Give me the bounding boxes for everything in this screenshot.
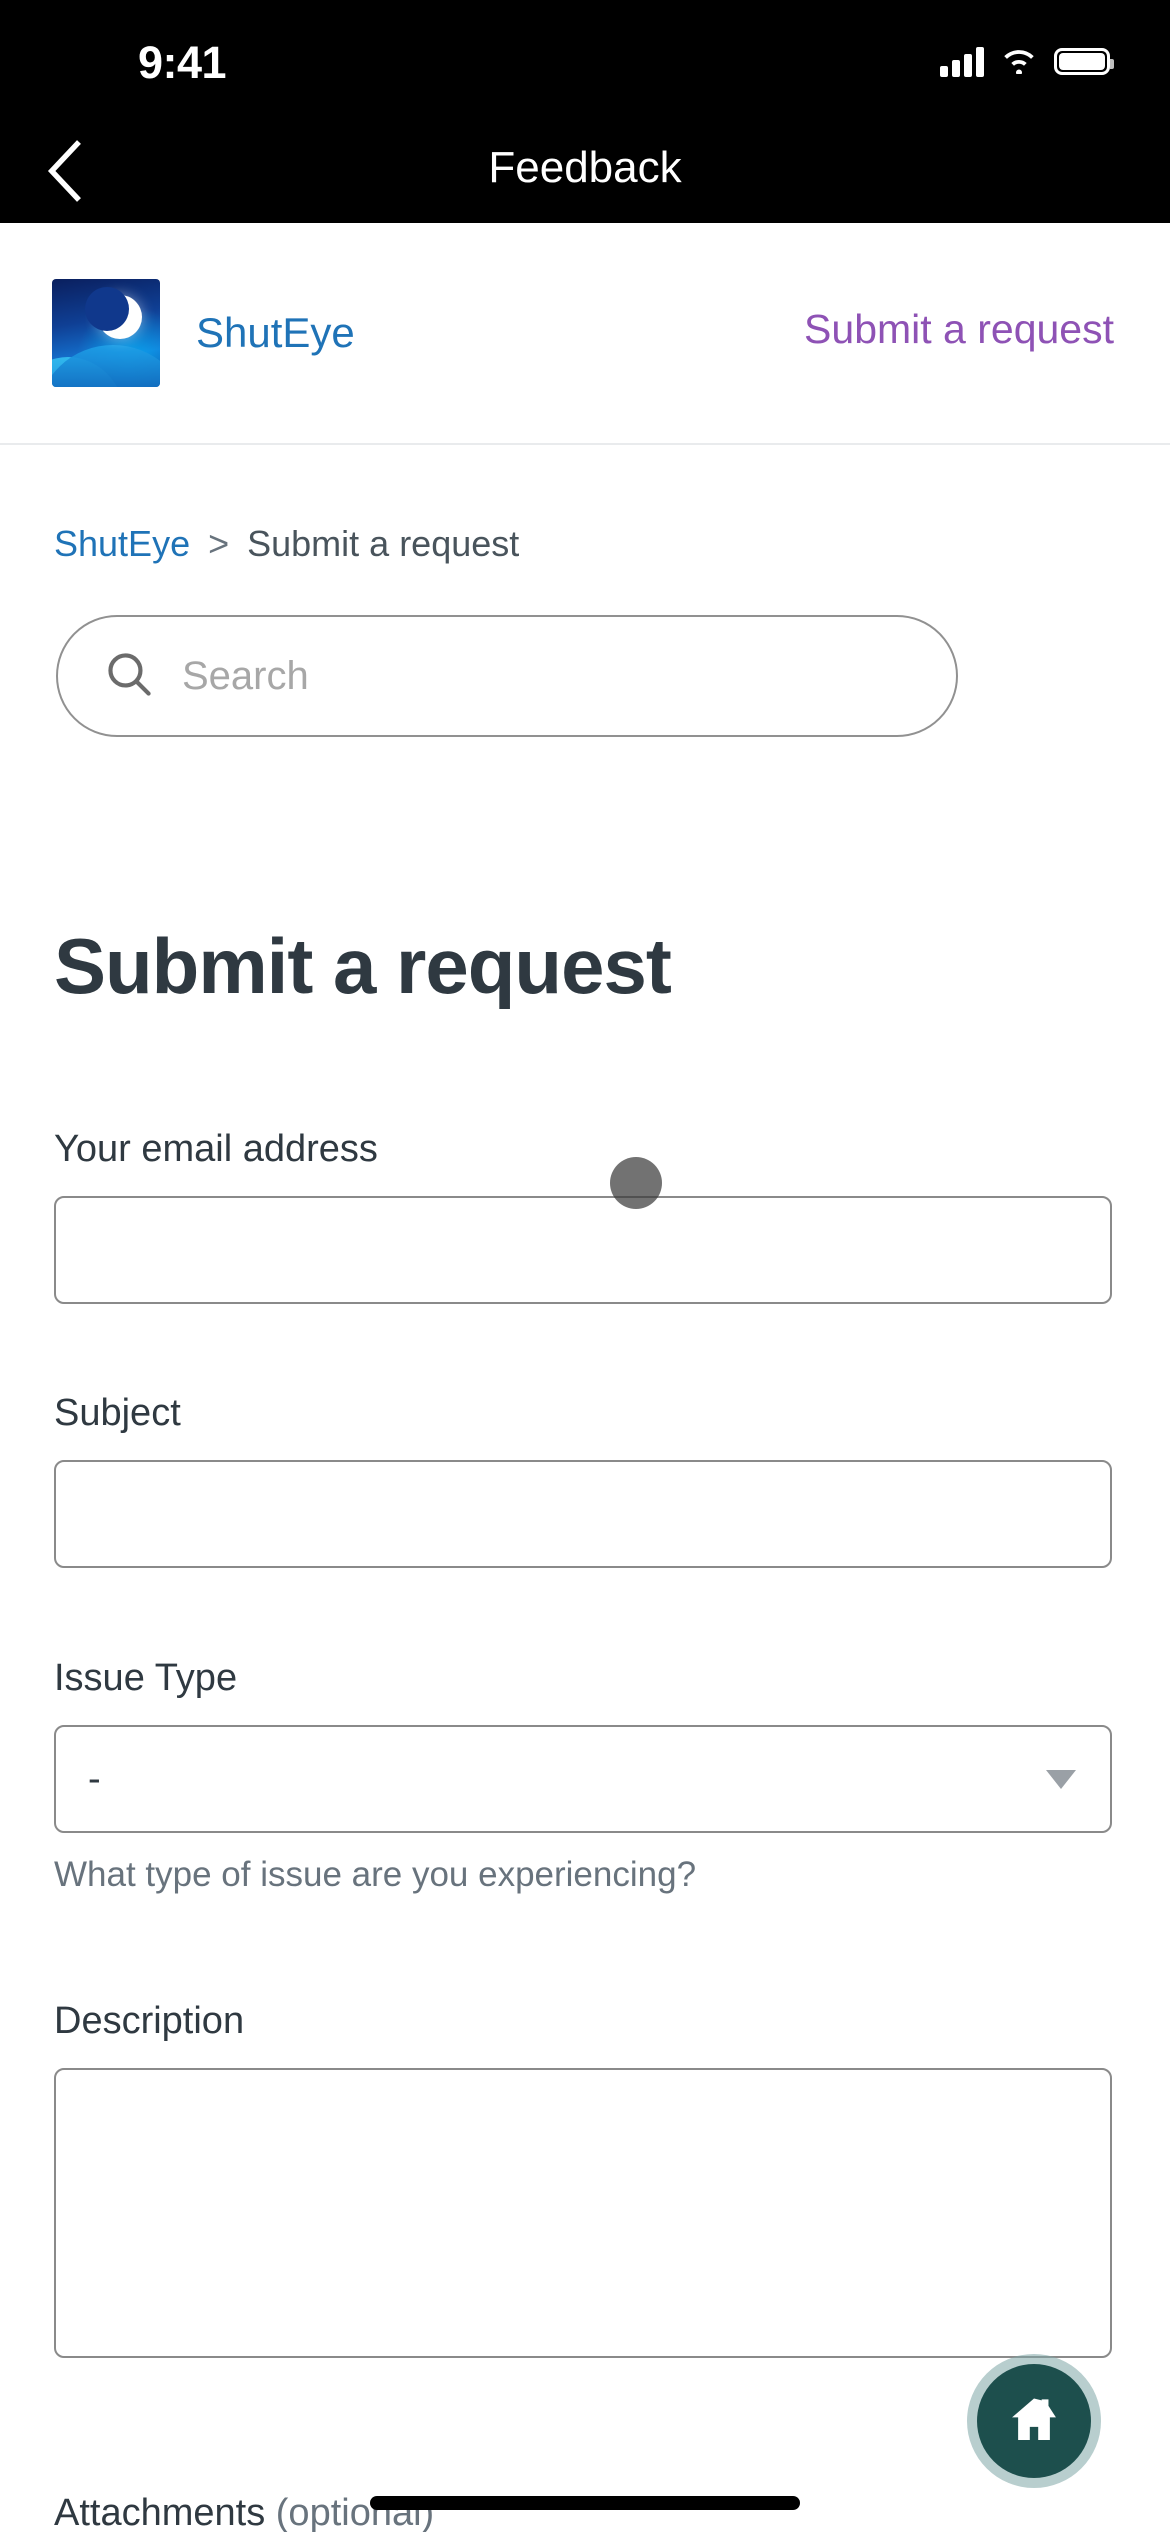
breadcrumb: ShutEye > Submit a request xyxy=(54,522,519,566)
attachments-label-text: Attachments xyxy=(54,2492,266,2532)
navigation-bar: Feedback xyxy=(0,118,1170,223)
field-label-email: Your email address xyxy=(54,1128,378,1170)
breadcrumb-item-current: Submit a request xyxy=(247,523,520,564)
home-floating-button[interactable] xyxy=(967,2354,1101,2488)
brand-name: ShutEye xyxy=(196,309,355,356)
field-description: Description xyxy=(54,1998,1116,2358)
touch-indicator xyxy=(610,1157,662,1209)
search-placeholder: Search xyxy=(182,654,309,698)
phone-screen: 9:41 Feedback ShutEye Submit a request S… xyxy=(0,0,1170,2532)
submit-a-request-link[interactable]: Submit a request xyxy=(804,305,1114,353)
field-email: Your email address xyxy=(54,1126,1116,1304)
home-indicator xyxy=(370,2496,800,2510)
breadcrumb-separator: > xyxy=(208,523,230,564)
page-title-navbar: Feedback xyxy=(488,143,682,192)
field-issue-type: Issue Type - What type of issue are you … xyxy=(54,1655,1116,1897)
page-title: Submit a request xyxy=(54,922,672,1010)
field-label-subject: Subject xyxy=(54,1392,181,1434)
field-label-issue-type: Issue Type xyxy=(54,1657,238,1699)
brand-home-link[interactable]: ShutEye xyxy=(52,279,355,387)
brand-header: ShutEye Submit a request xyxy=(0,223,1170,445)
breadcrumb-item-shuteye[interactable]: ShutEye xyxy=(54,522,190,566)
home-icon xyxy=(1006,2391,1062,2452)
status-bar: 9:41 xyxy=(0,0,1170,118)
cellular-signal-icon xyxy=(940,46,984,77)
search-input[interactable]: Search xyxy=(56,615,958,737)
issue-type-value: - xyxy=(88,1758,101,1800)
email-field[interactable] xyxy=(54,1196,1112,1304)
shuteye-moon-logo xyxy=(52,279,160,387)
status-indicators xyxy=(940,44,1114,79)
issue-type-hint: What type of issue are you experiencing? xyxy=(54,1855,697,1894)
issue-type-select[interactable]: - xyxy=(54,1725,1112,1833)
battery-icon xyxy=(1054,48,1114,75)
subject-field[interactable] xyxy=(54,1460,1112,1568)
field-label-description: Description xyxy=(54,2000,245,2042)
field-subject: Subject xyxy=(54,1390,1116,1568)
home-fab-inner xyxy=(977,2364,1091,2478)
search-icon xyxy=(104,649,154,704)
description-textarea[interactable] xyxy=(54,2068,1112,2358)
chevron-down-icon xyxy=(1046,1769,1076,1789)
status-time: 9:41 xyxy=(138,37,227,88)
wifi-icon xyxy=(1000,44,1038,79)
